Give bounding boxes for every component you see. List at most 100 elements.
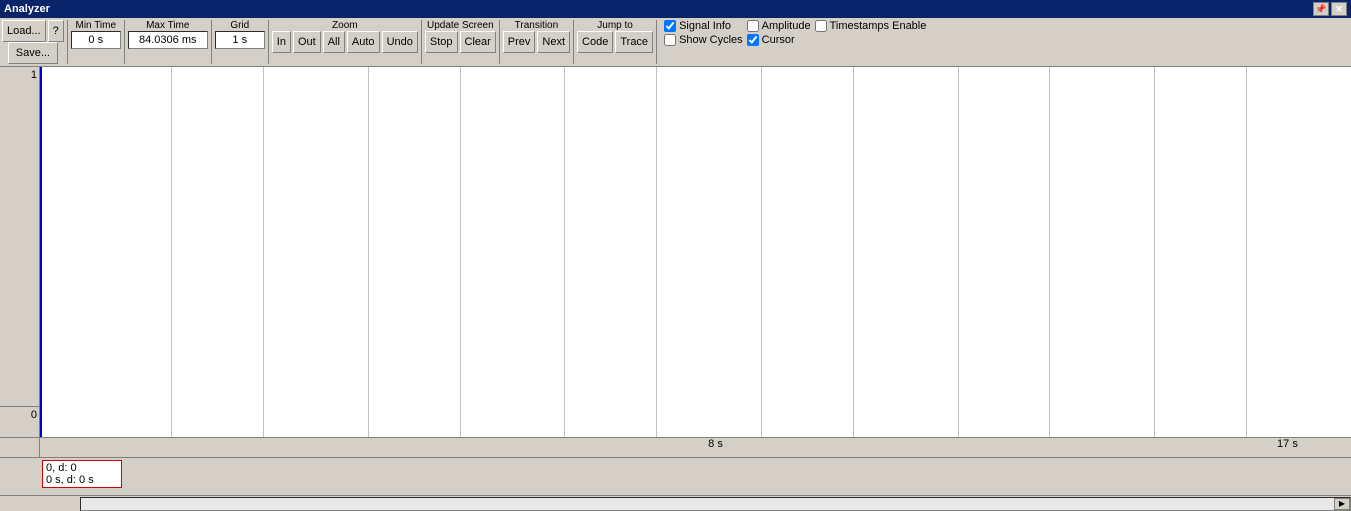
scrollbar-thumb[interactable]: ▶ <box>1334 498 1350 510</box>
close-button[interactable]: ✕ <box>1331 2 1347 16</box>
zoom-auto-button[interactable]: Auto <box>347 31 380 53</box>
grid-line <box>1049 67 1050 437</box>
max-time-group: Max Time 84.0306 ms <box>128 20 208 49</box>
title-bar: Analyzer 📌 ✕ <box>0 0 1351 18</box>
save-button[interactable]: Save... <box>8 42 58 64</box>
sep5 <box>421 20 422 64</box>
app-title: Analyzer <box>4 3 1313 15</box>
signal-info-label: Signal Info <box>679 20 731 32</box>
grid-line <box>171 67 172 437</box>
file-group: Load... ? Save... <box>2 20 64 64</box>
status-line2: 0 s, d: 0 s <box>46 474 118 486</box>
signal-info-row: Signal Info <box>664 20 743 32</box>
time-ruler: 8 s 17 s <box>0 437 1351 457</box>
transition-label: Transition <box>515 20 559 31</box>
grid-line <box>263 67 264 437</box>
grid-line <box>1246 67 1247 437</box>
scrollbar-track[interactable]: ▶ <box>80 497 1351 511</box>
grid-label: Grid <box>230 20 249 31</box>
time-label-1: 8 s <box>708 438 723 450</box>
code-button[interactable]: Code <box>577 31 613 53</box>
status-line1: 0, d: 0 <box>46 462 118 474</box>
grid-value: 1 s <box>215 31 265 49</box>
sep1 <box>67 20 68 64</box>
jump-to-label: Jump to <box>597 20 633 31</box>
time-label-2: 17 s <box>1277 438 1298 450</box>
options-group3: Timestamps Enable <box>815 20 927 32</box>
sep4 <box>268 20 269 64</box>
max-time-label: Max Time <box>146 20 189 31</box>
min-time-group: Min Time 0 s <box>71 20 121 49</box>
cursor-line <box>40 67 42 437</box>
next-button[interactable]: Next <box>537 31 570 53</box>
transition-group: Transition Prev Next <box>503 20 570 53</box>
zoom-label: Zoom <box>332 20 358 31</box>
jump-to-buttons: Code Trace <box>577 31 653 53</box>
grid-line <box>460 67 461 437</box>
cursor-row: Cursor <box>747 34 811 46</box>
main-content: 1 0 <box>0 67 1351 437</box>
grid-group: Grid 1 s <box>215 20 265 49</box>
update-screen-group: Update Screen Stop Clear <box>425 20 496 53</box>
cursor-checkbox[interactable] <box>747 34 759 46</box>
sep8 <box>656 20 657 64</box>
stop-button[interactable]: Stop <box>425 31 458 53</box>
zoom-undo-button[interactable]: Undo <box>382 31 418 53</box>
status-box: 0, d: 0 0 s, d: 0 s <box>42 460 122 488</box>
clear-button[interactable]: Clear <box>460 31 496 53</box>
min-time-value: 0 s <box>71 31 121 49</box>
min-time-label: Min Time <box>75 20 116 31</box>
show-cycles-row: Show Cycles <box>664 34 743 46</box>
show-cycles-checkbox[interactable] <box>664 34 676 46</box>
prev-button[interactable]: Prev <box>503 31 536 53</box>
sep6 <box>499 20 500 64</box>
file-row-top: Load... ? <box>2 20 64 42</box>
update-screen-label: Update Screen <box>427 20 494 31</box>
options-group: Signal Info Show Cycles <box>664 20 743 46</box>
toolbar: Load... ? Save... Min Time 0 s Max Time … <box>0 18 1351 67</box>
grid-line <box>958 67 959 437</box>
signal-info-checkbox[interactable] <box>664 20 676 32</box>
show-cycles-label: Show Cycles <box>679 34 743 46</box>
file-row-bottom: Save... <box>8 42 58 64</box>
amplitude-label: Amplitude <box>762 20 811 32</box>
jump-to-group: Jump to Code Trace <box>577 20 653 53</box>
zoom-out-button[interactable]: Out <box>293 31 321 53</box>
sep7 <box>573 20 574 64</box>
grid-line <box>368 67 369 437</box>
pin-button[interactable]: 📌 <box>1313 2 1329 16</box>
trace-button[interactable]: Trace <box>615 31 653 53</box>
grid-line <box>761 67 762 437</box>
timestamps-row: Timestamps Enable <box>815 20 927 32</box>
signal-row-bottom: 0 <box>0 407 39 437</box>
grid-line <box>853 67 854 437</box>
grid-line <box>656 67 657 437</box>
status-bar: 0, d: 0 0 s, d: 0 s <box>0 457 1351 495</box>
signal-row-top: 1 <box>0 67 39 407</box>
zoom-group: Zoom In Out All Auto Undo <box>272 20 418 53</box>
transition-buttons: Prev Next <box>503 31 570 53</box>
help-button[interactable]: ? <box>48 20 64 42</box>
grid-line <box>564 67 565 437</box>
time-ruler-inner: 8 s 17 s <box>80 438 1351 457</box>
time-ruler-spacer <box>0 438 40 457</box>
waveform-area[interactable] <box>40 67 1351 437</box>
zoom-buttons: In Out All Auto Undo <box>272 31 418 53</box>
max-time-value: 84.0306 ms <box>128 31 208 49</box>
options-group2: Amplitude Cursor <box>747 20 811 46</box>
sep3 <box>211 20 212 64</box>
cursor-label: Cursor <box>762 34 795 46</box>
signal-panel: 1 0 <box>0 67 40 437</box>
title-bar-buttons: 📌 ✕ <box>1313 2 1347 16</box>
zoom-all-button[interactable]: All <box>323 31 345 53</box>
signal-top-value: 1 <box>31 69 37 81</box>
zoom-in-button[interactable]: In <box>272 31 291 53</box>
amplitude-row: Amplitude <box>747 20 811 32</box>
load-button[interactable]: Load... <box>2 20 46 42</box>
signal-bottom-value: 0 <box>31 409 37 421</box>
update-screen-buttons: Stop Clear <box>425 31 496 53</box>
sep2 <box>124 20 125 64</box>
amplitude-checkbox[interactable] <box>747 20 759 32</box>
grid-line <box>1154 67 1155 437</box>
timestamps-checkbox[interactable] <box>815 20 827 32</box>
